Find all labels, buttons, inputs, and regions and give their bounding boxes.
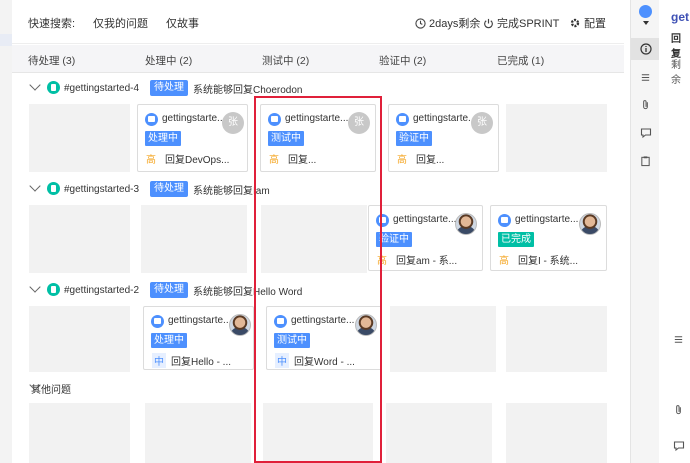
comment-icon	[640, 128, 651, 139]
column-done: 已完成 (1)	[497, 55, 545, 67]
rail-description[interactable]	[631, 66, 660, 88]
issue-type-icon	[498, 214, 511, 227]
issue-type-icon	[639, 5, 652, 18]
issue-type-icon	[151, 315, 164, 328]
complete-sprint-label: 完成SPRINT	[497, 18, 560, 30]
issue-card[interactable]: gettingstarte... 张 处理中 高 回复DevOps...	[137, 104, 248, 172]
info-icon	[639, 43, 652, 55]
detail-side-rail	[630, 0, 660, 463]
rail-comments[interactable]	[631, 122, 660, 144]
board-cell	[29, 104, 130, 172]
card-status: 处理中	[151, 333, 187, 348]
board-cell	[506, 306, 607, 372]
avatar	[229, 314, 251, 336]
avatar	[579, 213, 601, 235]
issue-type-icon	[145, 113, 158, 126]
detail-title[interactable]: get	[671, 10, 689, 24]
avatar: 张	[471, 112, 493, 134]
swimlane-key[interactable]: #gettingstarted-4	[64, 83, 139, 94]
rail-info[interactable]	[631, 38, 660, 60]
gear-icon	[570, 18, 580, 28]
detail-remaining: 剩余	[671, 60, 681, 86]
issue-detail-panel: get 回复 剩余	[659, 0, 690, 463]
board-cell	[506, 403, 607, 463]
settings-label: 配置	[584, 18, 606, 30]
list-icon	[641, 73, 650, 81]
column-verifying: 验证中 (2)	[379, 55, 427, 67]
chevron-down-icon[interactable]	[642, 21, 649, 25]
column-in-progress: 处理中 (2)	[145, 55, 193, 67]
issue-card[interactable]: gettingstarte... 验证中 高 回复am - 系...	[368, 205, 483, 271]
issue-type-icon	[47, 283, 60, 296]
card-priority: 高	[499, 256, 509, 267]
filter-stories-only[interactable]: 仅故事	[166, 15, 199, 31]
rail-attachments[interactable]	[631, 94, 660, 116]
card-status: 验证中	[396, 131, 432, 146]
board-cell	[506, 104, 607, 172]
clock-icon	[415, 17, 426, 29]
card-summary: 回复...	[416, 155, 445, 166]
card-priority: 高	[397, 155, 407, 166]
highlight-annotation-box	[254, 96, 382, 463]
nav-selected-marker	[0, 34, 12, 46]
attachment-icon	[676, 405, 681, 415]
card-summary: 回复I - 系统...	[518, 256, 578, 267]
board-toolbar: 快速搜索: 仅我的问题 仅故事 2days剩余 完成SPRINT 配置	[12, 0, 624, 44]
list-icon	[674, 336, 683, 343]
settings-button[interactable]: 配置	[569, 15, 606, 31]
board-cell	[390, 306, 496, 372]
board-cell	[141, 205, 247, 273]
power-icon	[484, 18, 493, 28]
left-nav-edge	[0, 0, 12, 463]
sprint-remaining: 2days剩余	[415, 15, 480, 31]
swimlane-key[interactable]: #gettingstarted-2	[64, 285, 139, 296]
chevron-down-icon[interactable]	[29, 281, 41, 293]
column-todo: 待处理 (3)	[28, 55, 76, 67]
board-cell	[29, 306, 130, 372]
issue-card[interactable]: gettingstarte... 张 验证中 高 回复...	[388, 104, 499, 172]
card-summary: 回复am - 系...	[396, 256, 458, 267]
complete-sprint-button[interactable]: 完成SPRINT	[483, 15, 559, 31]
swimlane-summary: 系统能够回复Choerodon	[193, 84, 303, 96]
card-status: 已完成	[498, 232, 534, 247]
card-summary: 回复Hello - ...	[171, 357, 232, 368]
board-cell	[29, 403, 130, 463]
column-testing: 测试中 (2)	[262, 55, 310, 67]
card-status: 处理中	[145, 131, 181, 146]
app-root: 快速搜索: 仅我的问题 仅故事 2days剩余 完成SPRINT 配置 待处理 …	[0, 0, 690, 463]
card-priority: 高	[146, 155, 156, 166]
clipboard-icon	[641, 156, 650, 167]
rail-worklog[interactable]	[631, 150, 660, 172]
chevron-down-icon[interactable]	[29, 180, 41, 192]
issue-card[interactable]: gettingstarte... 处理中 中 回复Hello - ...	[143, 306, 254, 370]
other-issues-label: 其他问题	[31, 384, 71, 396]
avatar	[455, 213, 477, 235]
column-headers: 待处理 (3) 处理中 (2) 测试中 (2) 验证中 (2) 已完成 (1)	[12, 45, 624, 73]
issue-type-icon	[47, 81, 60, 94]
swimlane-status: 待处理	[150, 282, 188, 298]
card-summary: 回复DevOps...	[165, 155, 230, 166]
chevron-down-icon[interactable]	[29, 79, 41, 91]
card-priority: 中	[152, 353, 166, 368]
issue-type-switch[interactable]	[631, 0, 660, 30]
attachment-icon	[643, 100, 648, 110]
issue-card[interactable]: gettingstarte... 已完成 高 回复I - 系统...	[490, 205, 607, 271]
issue-type-icon	[396, 113, 409, 126]
board-cell	[145, 403, 251, 463]
board-cell	[29, 205, 130, 273]
quick-search-label: 快速搜索:	[28, 18, 76, 30]
board-cell	[386, 403, 492, 463]
remaining-text: 2days剩余	[429, 18, 481, 30]
swimlane-status: 待处理	[150, 181, 188, 197]
swimlane-key[interactable]: #gettingstarted-3	[64, 184, 139, 195]
swimlane-summary: 其他问题	[31, 381, 71, 396]
issue-type-icon	[47, 182, 60, 195]
avatar: 张	[222, 112, 244, 134]
swimlane-status: 待处理	[150, 80, 188, 96]
comment-icon	[673, 441, 685, 452]
filter-my-issues[interactable]: 仅我的问题	[93, 15, 148, 31]
